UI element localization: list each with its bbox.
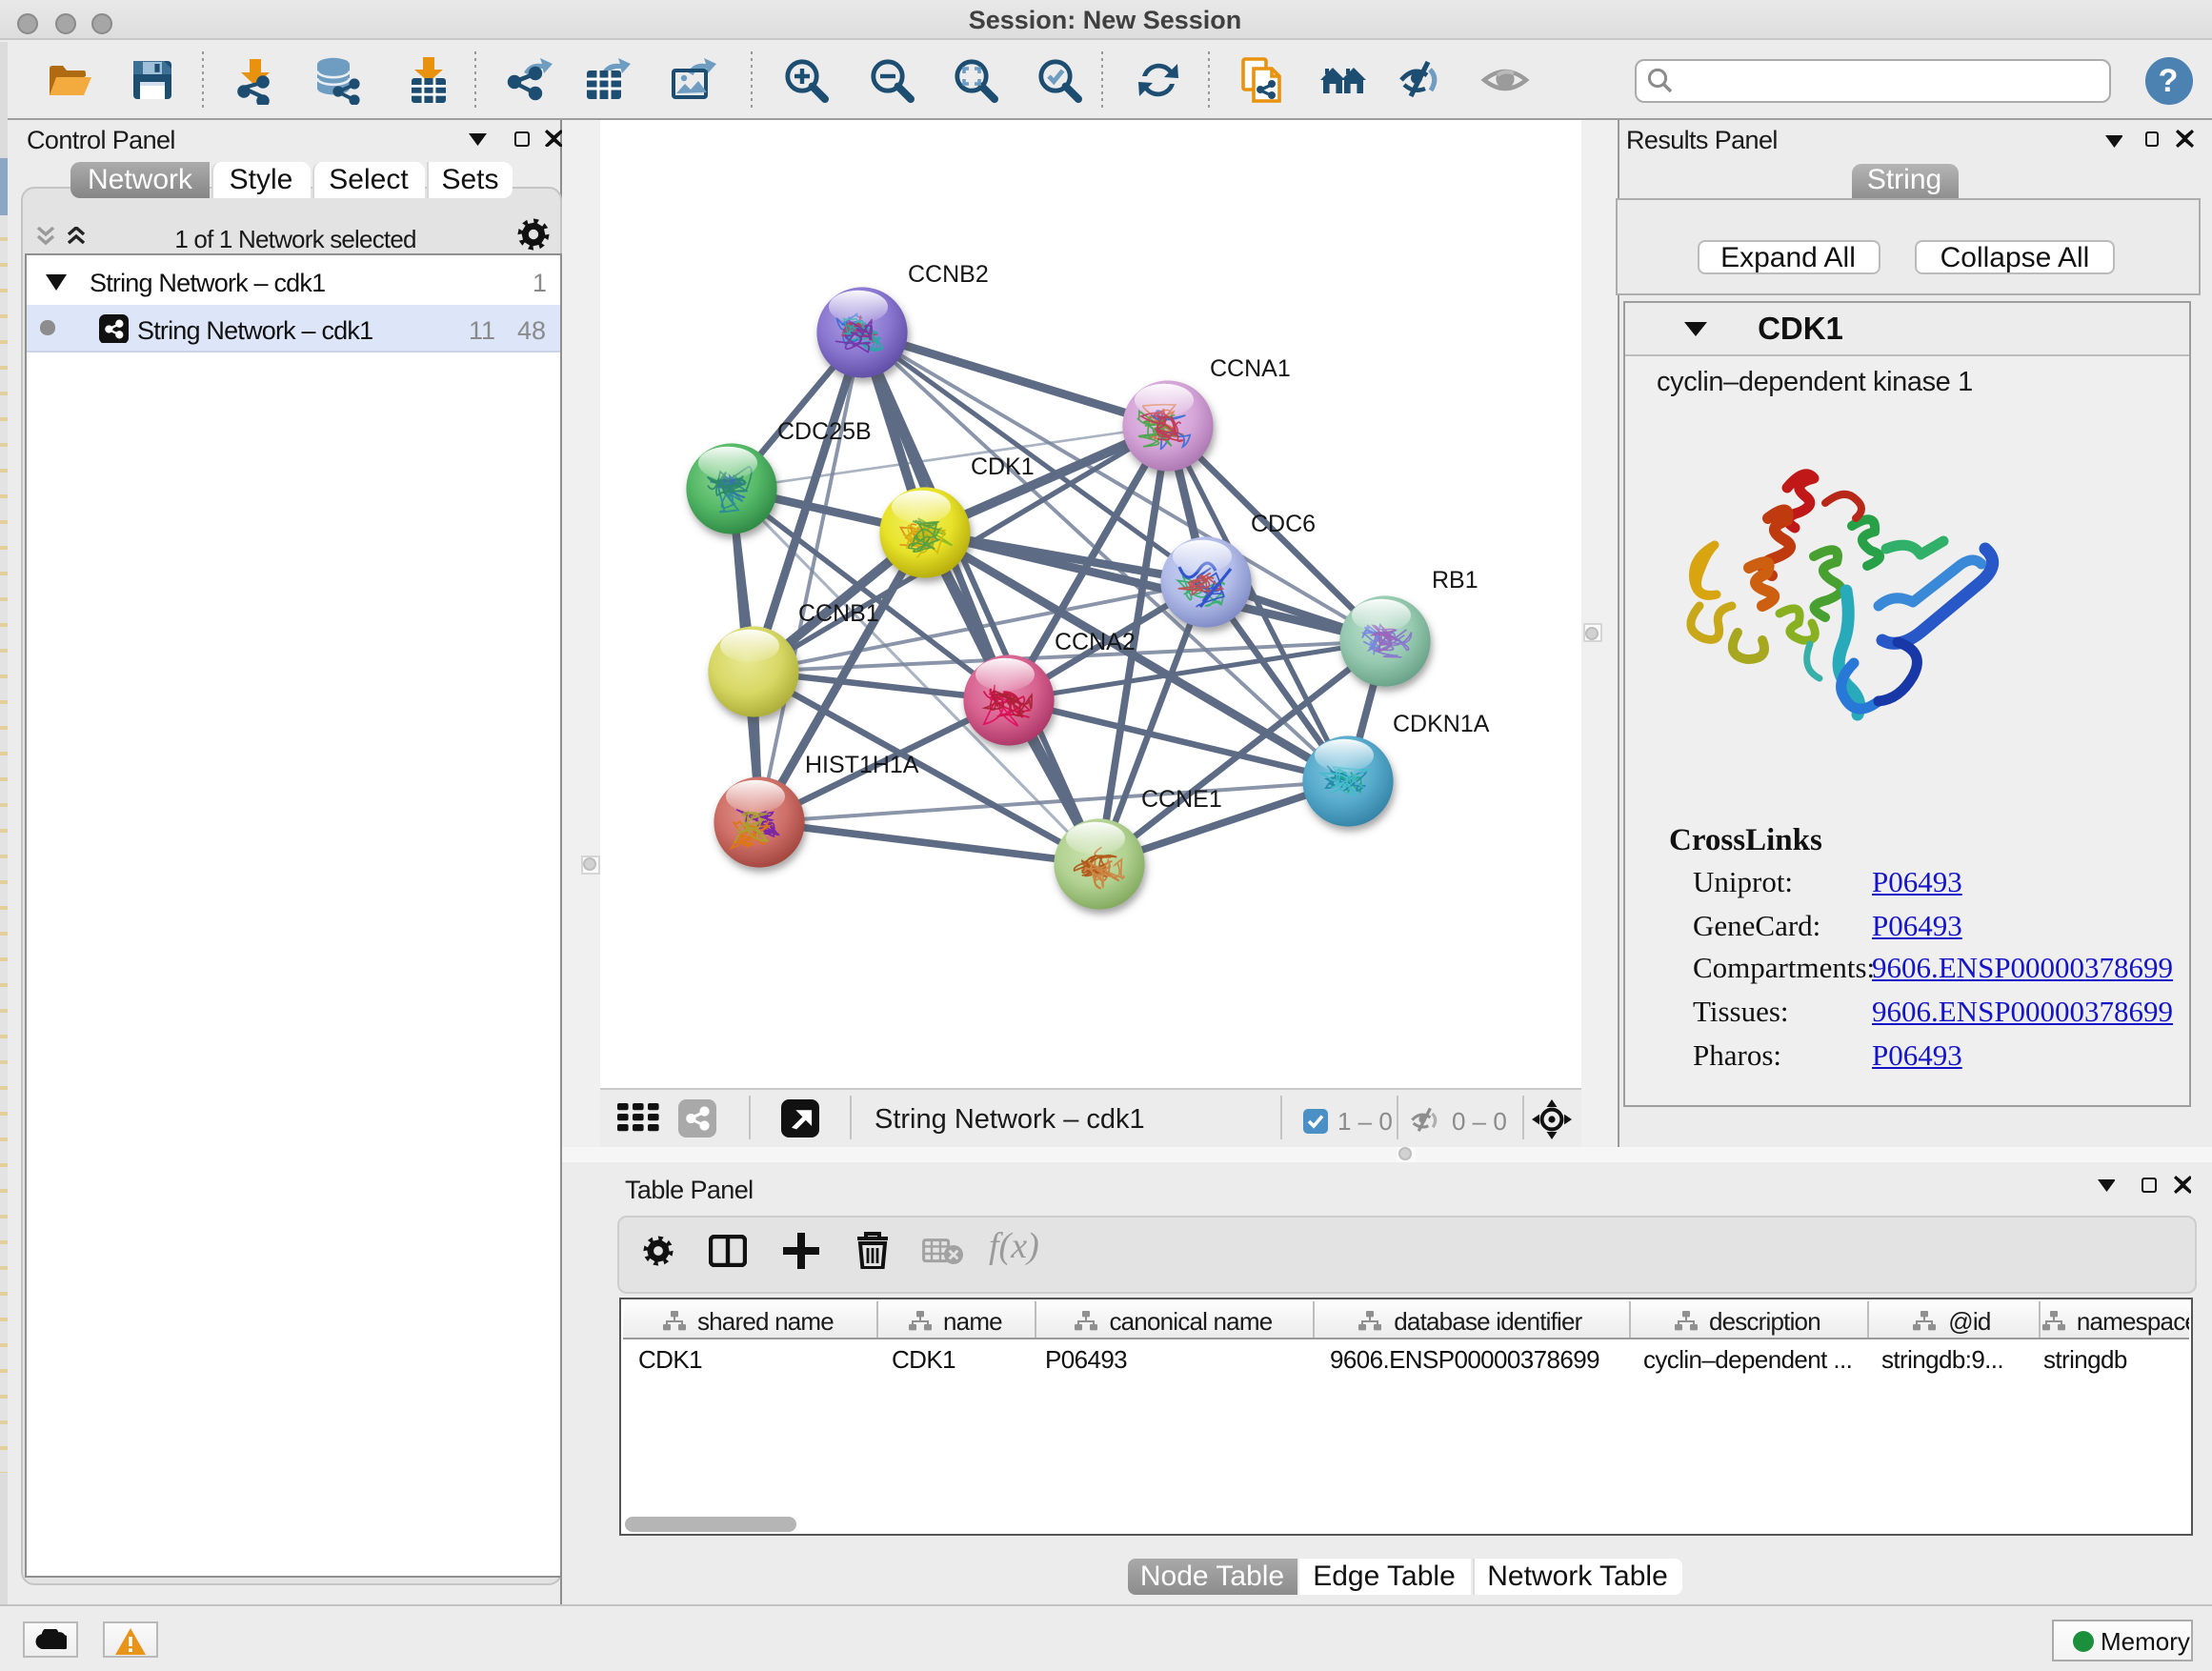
svg-text:RB1: RB1: [1431, 566, 1478, 593]
svg-text:CCNA1: CCNA1: [1209, 354, 1290, 381]
svg-text:CCNB2: CCNB2: [907, 260, 988, 287]
svg-text:HIST1H1A: HIST1H1A: [804, 751, 918, 777]
svg-text:CCNA2: CCNA2: [1054, 628, 1135, 654]
svg-text:CDC25B: CDC25B: [776, 417, 871, 444]
svg-text:CDC6: CDC6: [1250, 510, 1315, 536]
svg-text:CDK1: CDK1: [970, 453, 1034, 479]
svg-text:CCNE1: CCNE1: [1140, 785, 1221, 812]
svg-text:CCNB1: CCNB1: [797, 599, 878, 626]
svg-text:CDKN1A: CDKN1A: [1392, 710, 1489, 736]
